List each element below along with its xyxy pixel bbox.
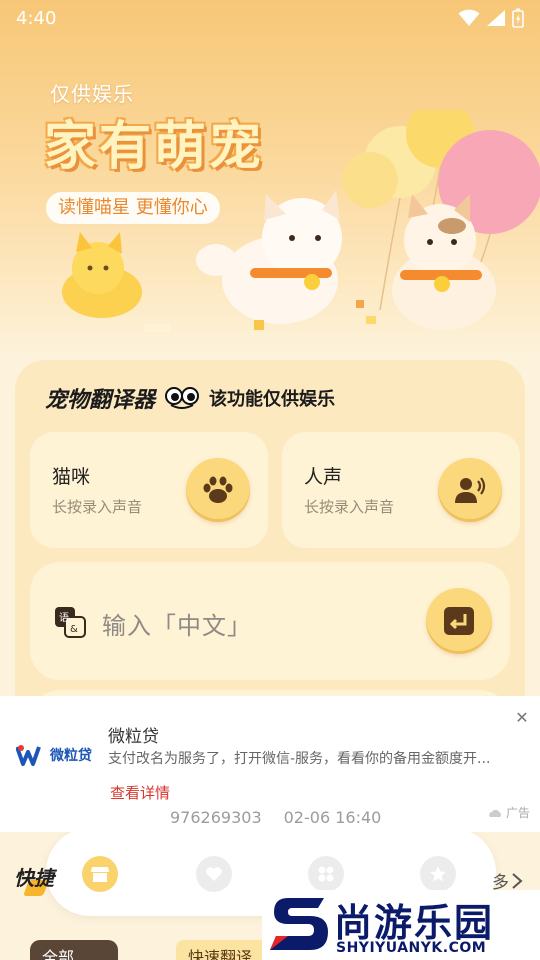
heart-icon (206, 867, 222, 881)
watermark-en: SHYIYUANYK.COM (336, 940, 487, 956)
enter-icon (444, 607, 474, 635)
grid-icon (318, 866, 334, 882)
ad-description: 支付改名为服务了，打开微信-服务，看看你的备用金额度开... (108, 751, 491, 767)
ad-datetime: 02-06 16:40 (283, 808, 382, 827)
mode-desc: 长按录入声音 (304, 498, 395, 516)
ad-details-link[interactable]: 查看详情 (110, 782, 170, 803)
svg-text:语: 语 (59, 612, 69, 624)
watermark-s-logo (270, 898, 328, 950)
quick-section-title: 快捷 (14, 866, 54, 890)
watermark: 尚游乐园 SHYIYUANYK.COM (262, 890, 540, 960)
mode-card-cat[interactable]: 猫咪 长按录入声音 (30, 432, 268, 548)
star-icon (430, 866, 446, 882)
watermark-cn: 尚游乐园 (334, 901, 495, 945)
mode-title: 猫咪 (52, 466, 91, 488)
tab-star[interactable] (420, 856, 456, 892)
status-icons (458, 8, 524, 28)
wifi-icon (458, 9, 480, 26)
weilidai-logo-icon (16, 745, 41, 766)
mode-desc: 长按录入声音 (52, 498, 143, 516)
hero-tagline: 读懂喵星 更懂你心 (46, 192, 220, 224)
close-icon[interactable]: ✕ (512, 708, 532, 728)
battery-icon (512, 8, 524, 28)
translator-header: 宠物翻译器 该功能仅供娱乐 (45, 382, 335, 414)
tab-grid[interactable] (308, 856, 344, 892)
ad-label-text: 广告 (505, 806, 530, 820)
chevron-right-icon (512, 872, 523, 889)
translate-submit-button[interactable] (426, 588, 492, 654)
ad-meta: 976269303 02-06 16:40 (170, 808, 381, 827)
ad-logo: 微粒贷 (16, 744, 92, 766)
ad-label: 广告 (488, 804, 530, 821)
hero-banner: 仅供娱乐 家有萌宠 读懂喵星 更懂你心 (0, 0, 540, 360)
translator-title: 宠物翻译器 (45, 387, 156, 413)
pet-translator-panel: 宠物翻译器 该功能仅供娱乐 猫咪 长按录入声音 人声 长按录入声音 语 & 输入… (15, 360, 525, 750)
translate-input-card[interactable]: 语 & 输入「中文」 (30, 562, 510, 680)
mode-title: 人声 (304, 466, 343, 488)
translate-input[interactable]: 输入「中文」 (102, 606, 252, 641)
translator-note: 该功能仅供娱乐 (209, 389, 336, 410)
chip-all[interactable]: 全部 (30, 940, 118, 960)
cloud-icon (489, 809, 501, 817)
cat-record-button[interactable] (186, 458, 250, 522)
tab-heart[interactable] (196, 856, 232, 892)
svg-text:&: & (70, 624, 78, 635)
shop-icon (91, 867, 109, 882)
language-icon: 语 & (55, 607, 86, 638)
hero-subtitle: 仅供娱乐 (50, 82, 134, 106)
ad-logo-text: 微粒贷 (50, 748, 92, 764)
ad-title: 微粒贷 (108, 727, 159, 747)
status-bar: 4:40 (0, 0, 540, 36)
tab-shop[interactable] (82, 856, 118, 892)
signal-icon (487, 10, 505, 26)
paw-icon (203, 476, 233, 503)
mode-card-human[interactable]: 人声 长按录入声音 (282, 432, 520, 548)
ad-number: 976269303 (170, 808, 262, 827)
hero-title: 家有萌宠 (44, 117, 265, 177)
human-record-button[interactable] (438, 458, 502, 522)
status-time: 4:40 (16, 7, 57, 29)
voice-icon (455, 477, 486, 503)
eyes-icon (165, 387, 200, 409)
